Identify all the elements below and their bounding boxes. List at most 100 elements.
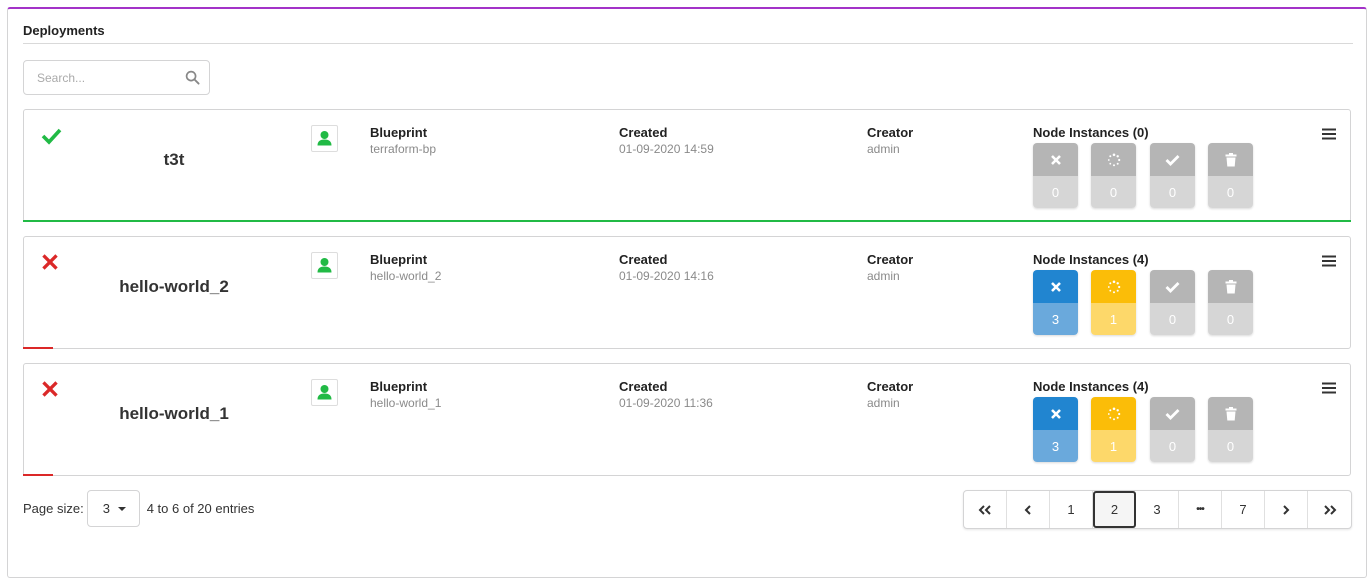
trash-icon — [1208, 397, 1253, 430]
created-label: Created — [619, 125, 668, 140]
search-icon[interactable] — [185, 70, 200, 85]
node-instances-started-count: 0 — [1150, 430, 1195, 462]
caret-down-icon — [117, 506, 126, 511]
created-value: 01-09-2020 11:36 — [619, 396, 713, 410]
chevron-right-icon — [1283, 504, 1290, 515]
status-bar — [23, 347, 53, 349]
menu-icon[interactable] — [1322, 255, 1336, 267]
spinner-icon — [1091, 397, 1136, 430]
created-label: Created — [619, 379, 668, 394]
creator-value: admin — [867, 269, 900, 283]
page-size-dropdown[interactable]: 3 — [86, 490, 140, 527]
node-instances-failed-count: 3 — [1033, 430, 1078, 462]
trash-icon — [1208, 270, 1253, 303]
creator-value: admin — [867, 142, 900, 156]
chevron-left-icon — [1024, 504, 1031, 515]
page-1-button[interactable]: 1 — [1050, 491, 1093, 528]
creator-label: Creator — [867, 379, 914, 394]
node-instances-in-progress-box[interactable]: 1 — [1091, 397, 1136, 462]
deployment-name[interactable]: hello-world_2 — [74, 277, 274, 297]
pagination: 1 2 3 ••• 7 — [963, 490, 1352, 529]
last-page-button[interactable] — [1308, 491, 1351, 528]
blueprint-label: Blueprint — [370, 379, 428, 394]
status-bar — [23, 474, 53, 476]
search-box[interactable] — [23, 60, 210, 95]
check-icon — [41, 128, 62, 145]
node-instances-deleted-box[interactable]: 0 — [1208, 397, 1253, 462]
title-divider — [23, 43, 1353, 44]
deployment-card[interactable]: hello-world_1 Blueprint hello-world_1 Creat… — [23, 363, 1351, 476]
blueprint-value: terraform-bp — [370, 142, 437, 156]
deployment-card[interactable]: t3t Blueprint terraform-bp Created 01-09-202… — [23, 109, 1351, 222]
double-chevron-right-icon — [1323, 504, 1336, 515]
page-size-value: 3 — [102, 501, 110, 516]
node-instances-deleted-count: 0 — [1208, 176, 1253, 208]
next-page-button[interactable] — [1265, 491, 1308, 528]
menu-icon[interactable] — [1322, 128, 1336, 140]
ellipsis-item: ••• — [1179, 491, 1222, 528]
blueprint-value: hello-world_1 — [370, 396, 442, 410]
node-instances-started-box[interactable]: 0 — [1150, 143, 1195, 208]
blueprint-label: Blueprint — [370, 125, 428, 140]
deployment-card[interactable]: hello-world_2 Blueprint hello-world_2 Creat… — [23, 236, 1351, 349]
close-icon — [1033, 397, 1078, 430]
spinner-icon — [1091, 143, 1136, 176]
check-icon — [1150, 397, 1195, 430]
close-icon — [42, 254, 58, 270]
double-chevron-left-icon — [978, 504, 991, 515]
widget-title: Deployments — [23, 23, 105, 38]
node-instances-in-progress-box[interactable]: 0 — [1091, 143, 1136, 208]
deployments-widget: Deployments t3t Blueprint terraform-bp Crea… — [7, 7, 1367, 578]
trash-icon — [1208, 143, 1253, 176]
node-instances-started-box[interactable]: 0 — [1150, 397, 1195, 462]
created-value: 01-09-2020 14:59 — [619, 142, 714, 156]
creator-label: Creator — [867, 252, 914, 267]
check-icon — [1150, 270, 1195, 303]
user-icon — [311, 252, 338, 279]
deployment-name[interactable]: t3t — [74, 150, 274, 170]
node-instances-failed-count: 0 — [1033, 176, 1078, 208]
created-label: Created — [619, 252, 668, 267]
deployment-name[interactable]: hello-world_1 — [74, 404, 274, 424]
first-page-button[interactable] — [964, 491, 1007, 528]
entries-info: 4 to 6 of 20 entries — [146, 501, 255, 516]
page-size-control: Page size: 3 4 to 6 of 20 entries — [23, 490, 254, 527]
page-2-button[interactable]: 2 — [1093, 491, 1136, 528]
user-icon — [311, 379, 338, 406]
node-instances-failed-box[interactable]: 3 — [1033, 397, 1078, 462]
node-instances-failed-box[interactable]: 0 — [1033, 143, 1078, 208]
node-instances-label: Node Instances (0) — [1033, 125, 1149, 140]
blueprint-label: Blueprint — [370, 252, 428, 267]
page-size-label: Page size: — [23, 501, 84, 516]
page-7-button[interactable]: 7 — [1222, 491, 1265, 528]
node-instances-deleted-count: 0 — [1208, 303, 1253, 335]
user-icon — [311, 125, 338, 152]
menu-icon[interactable] — [1322, 382, 1336, 394]
close-icon — [42, 381, 58, 397]
node-instances-started-count: 0 — [1150, 176, 1195, 208]
status-bar — [23, 220, 1351, 222]
blueprint-value: hello-world_2 — [370, 269, 442, 283]
node-instances-in-progress-count: 0 — [1091, 176, 1136, 208]
page-3-button[interactable]: 3 — [1136, 491, 1179, 528]
search-input[interactable] — [25, 62, 175, 93]
node-instances-started-box[interactable]: 0 — [1150, 270, 1195, 335]
node-instances-label: Node Instances (4) — [1033, 379, 1149, 394]
node-instances-deleted-count: 0 — [1208, 430, 1253, 462]
node-instances-in-progress-count: 1 — [1091, 430, 1136, 462]
node-instances-failed-box[interactable]: 3 — [1033, 270, 1078, 335]
node-instances-deleted-box[interactable]: 0 — [1208, 270, 1253, 335]
node-instances-in-progress-count: 1 — [1091, 303, 1136, 335]
created-value: 01-09-2020 14:16 — [619, 269, 714, 283]
node-instances-failed-count: 3 — [1033, 303, 1078, 335]
close-icon — [1033, 143, 1078, 176]
creator-label: Creator — [867, 125, 914, 140]
node-instances-started-count: 0 — [1150, 303, 1195, 335]
node-instances-in-progress-box[interactable]: 1 — [1091, 270, 1136, 335]
node-instances-label: Node Instances (4) — [1033, 252, 1149, 267]
spinner-icon — [1091, 270, 1136, 303]
prev-page-button[interactable] — [1007, 491, 1050, 528]
creator-value: admin — [867, 396, 900, 410]
close-icon — [1033, 270, 1078, 303]
node-instances-deleted-box[interactable]: 0 — [1208, 143, 1253, 208]
